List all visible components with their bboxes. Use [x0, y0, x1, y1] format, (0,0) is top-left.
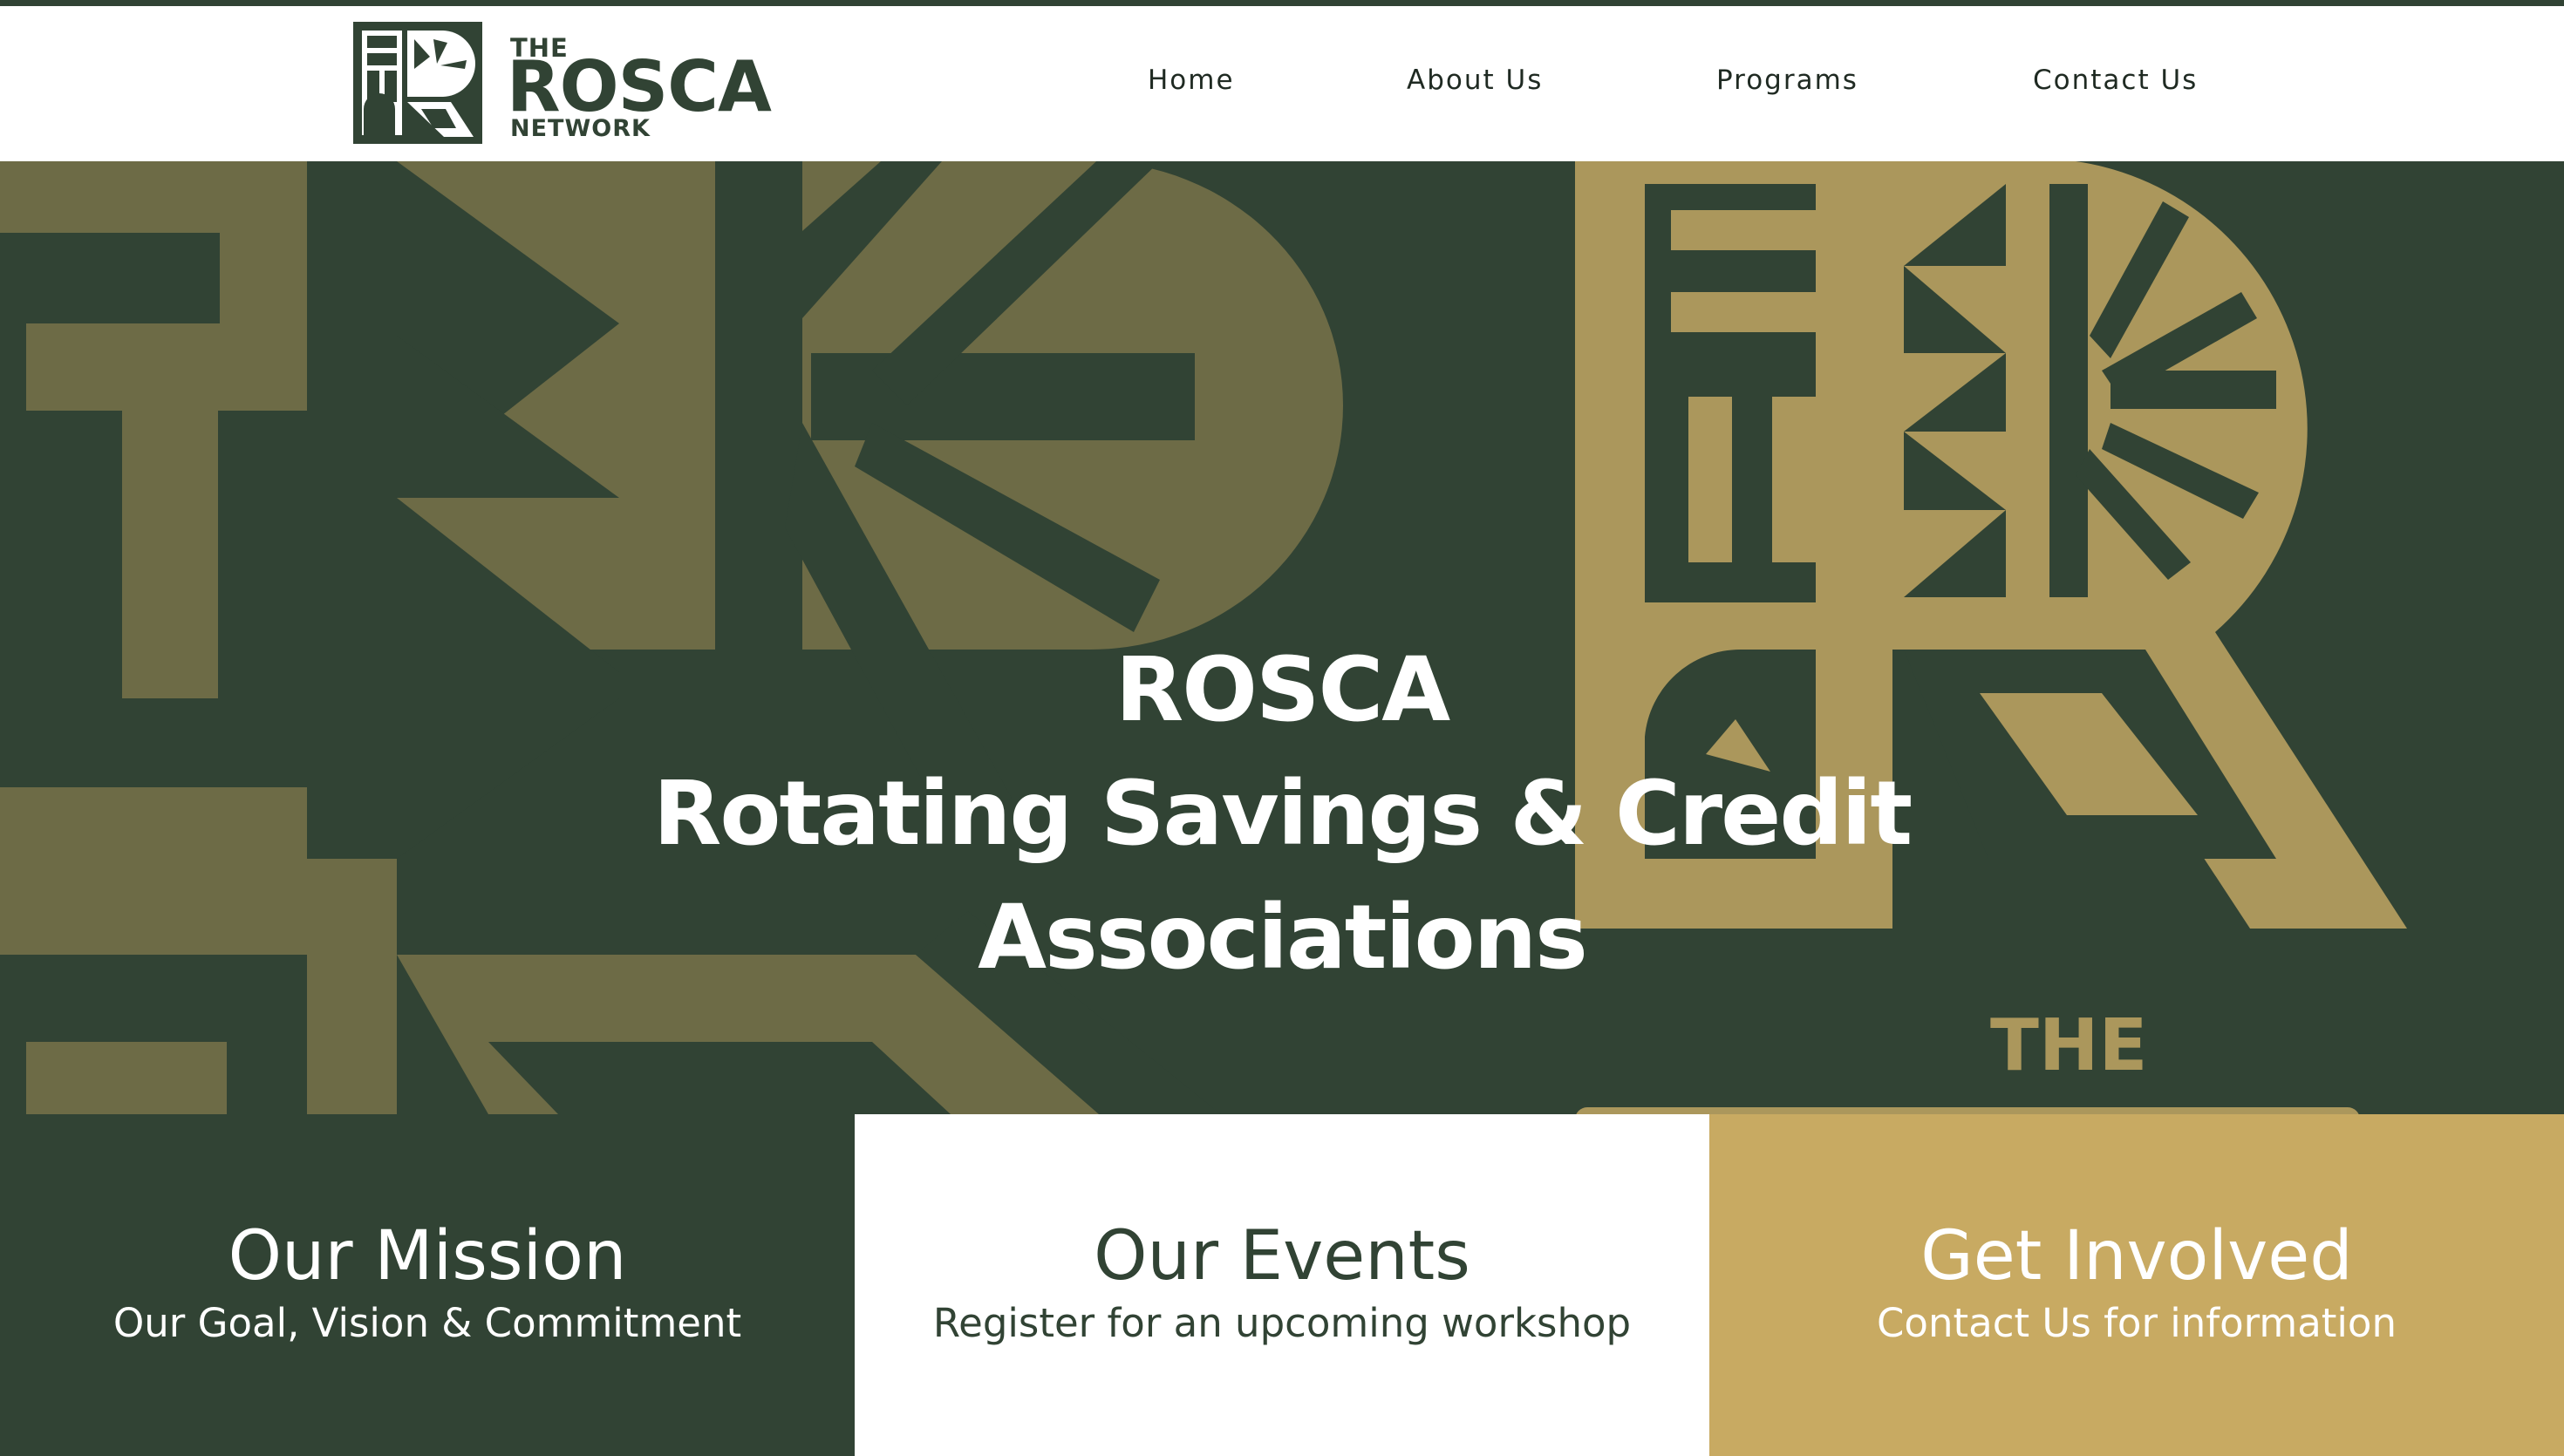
card-subtitle: Our Goal, Vision & Commitment	[113, 1300, 742, 1346]
rosca-logo-mark-icon	[353, 22, 482, 144]
card-title: Our Events	[1094, 1217, 1470, 1296]
hero-line-rotating: Rotating Savings & Credit	[652, 762, 1913, 866]
card-title: Our Mission	[228, 1217, 627, 1296]
nav-home[interactable]: Home	[1148, 65, 1235, 96]
card-subtitle: Register for an upcoming workshop	[932, 1300, 1632, 1346]
hero-art-the-text: THE	[1990, 1004, 2148, 1087]
hero-line-rosca: ROSCA	[1115, 638, 1451, 742]
card-title: Get Involved	[1920, 1217, 2353, 1296]
hero-line-associations: Associations	[978, 886, 1588, 990]
card-get-involved[interactable]: Get Involved Contact Us for information	[1709, 1114, 2564, 1456]
nav-about-us[interactable]: About Us	[1407, 65, 1543, 96]
top-border	[0, 0, 2564, 6]
nav-contact-us[interactable]: Contact Us	[2033, 65, 2198, 96]
nav-programs[interactable]: Programs	[1716, 65, 1858, 96]
logo-text-network: NETWORK	[510, 115, 651, 142]
site-logo[interactable]: THE ROSCA NETWORK	[353, 22, 807, 151]
site-header: THE ROSCA NETWORK Home About Us Programs…	[0, 6, 2564, 161]
card-our-mission[interactable]: Our Mission Our Goal, Vision & Commitmen…	[0, 1114, 855, 1456]
hero-heading: ROSCA Rotating Savings & Credit Associat…	[0, 629, 2564, 1000]
hero-banner: THE ROSCA Rotating Savings & Credit Asso…	[0, 161, 2564, 1114]
card-subtitle: Contact Us for information	[1877, 1300, 2397, 1346]
card-our-events[interactable]: Our Events Register for an upcoming work…	[855, 1114, 1709, 1456]
